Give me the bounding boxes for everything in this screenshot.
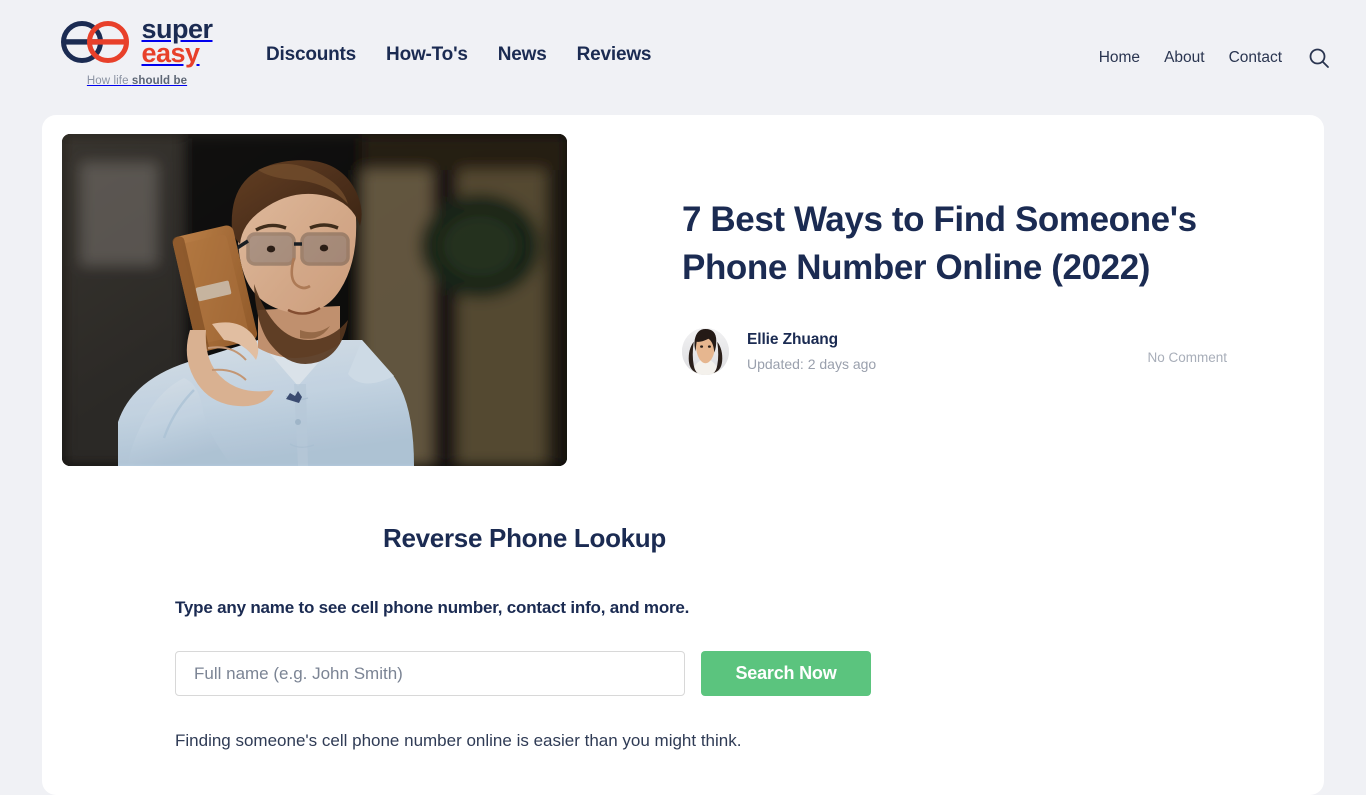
lookup-heading: Reverse Phone Lookup	[383, 523, 666, 553]
nav-item-contact[interactable]: Contact	[1229, 49, 1282, 67]
brand-lockup: super easy	[61, 16, 213, 68]
hero-image-illustration	[62, 134, 567, 466]
hero-image	[62, 134, 567, 466]
brand-wordmark: super easy	[141, 16, 213, 68]
lookup-subheading: Type any name to see cell phone number, …	[175, 598, 690, 617]
full-name-input[interactable]	[175, 651, 685, 696]
tagline-bold: should be	[131, 74, 188, 87]
nav-item-news[interactable]: News	[498, 44, 547, 66]
tagline-regular: How life	[86, 74, 132, 87]
comment-count[interactable]: No Comment	[1147, 350, 1227, 365]
nav-item-how-tos[interactable]: How-To's	[386, 44, 468, 66]
interlocking-circles-logo-icon	[61, 20, 130, 63]
site-logo-link[interactable]: super easy How life should be	[42, 16, 232, 87]
byline: Ellie Zhuang Updated: 2 days ago No Comm…	[682, 327, 1227, 375]
utility-navigation: Home About Contact	[1099, 47, 1330, 69]
search-icon	[1309, 48, 1329, 68]
page-title: 7 Best Ways to Find Someone's Phone Numb…	[682, 200, 1197, 288]
search-toggle-button[interactable]	[1308, 47, 1330, 69]
avatar-photo	[682, 327, 729, 375]
brand-tagline: How life should be	[87, 75, 187, 87]
lookup-form: Search Now	[175, 651, 1324, 696]
article-header-block: 7 Best Ways to Find Someone's Phone Numb…	[682, 134, 1282, 466]
updated-date: Updated: 2 days ago	[747, 355, 877, 372]
primary-navigation: Discounts How-To's News Reviews	[266, 44, 651, 66]
nav-item-about[interactable]: About	[1164, 49, 1205, 67]
nav-item-discounts[interactable]: Discounts	[266, 44, 356, 66]
author-name[interactable]: Ellie Zhuang	[747, 331, 876, 349]
avatar[interactable]	[682, 327, 729, 375]
article-hero: 7 Best Ways to Find Someone's Phone Numb…	[42, 115, 1324, 466]
reverse-phone-lookup-section: Reverse Phone Lookup Type any name to se…	[42, 466, 1324, 756]
article-card: 7 Best Ways to Find Someone's Phone Numb…	[42, 115, 1324, 795]
search-now-button[interactable]: Search Now	[701, 651, 871, 696]
brand-name-easy: easy	[141, 37, 200, 68]
nav-item-home[interactable]: Home	[1099, 49, 1140, 67]
intro-paragraph: Finding someone's cell phone number onli…	[175, 731, 742, 750]
byline-text: Ellie Zhuang Updated: 2 days ago	[747, 331, 876, 372]
nav-item-reviews[interactable]: Reviews	[577, 44, 652, 66]
site-header: super easy How life should be Discounts …	[0, 0, 1366, 115]
